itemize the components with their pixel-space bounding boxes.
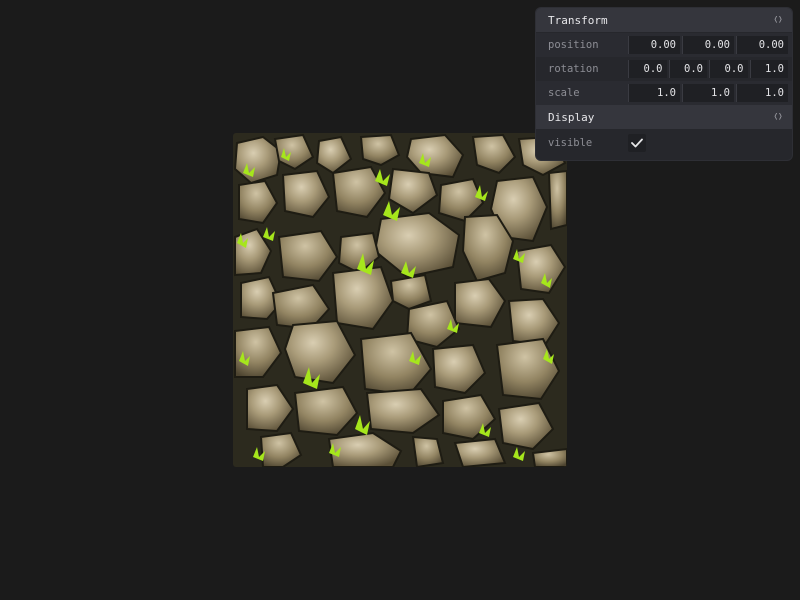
texture-preview [233, 133, 567, 467]
position-y-field[interactable]: 0.00 [682, 36, 734, 54]
rotation-x-field[interactable]: 0.0 [628, 60, 667, 78]
position-label: position [548, 39, 599, 51]
rotation-fields: 0.0 0.0 0.0 1.0 [628, 60, 788, 78]
display-section-header[interactable]: Display ❬❭ [536, 105, 792, 129]
visible-checkbox[interactable] [628, 134, 646, 152]
rotation-w-field[interactable]: 1.0 [749, 60, 788, 78]
scale-y-field[interactable]: 1.0 [682, 84, 734, 102]
collapse-toggle-icon[interactable]: ❬❭ [773, 112, 783, 122]
scale-x-field[interactable]: 1.0 [628, 84, 680, 102]
rotation-row: rotation 0.0 0.0 0.0 1.0 [536, 57, 792, 81]
cobblestone-texture-image [233, 133, 567, 467]
rotation-label: rotation [548, 63, 599, 75]
position-row: position 0.00 0.00 0.00 [536, 33, 792, 57]
scale-z-field[interactable]: 1.0 [736, 84, 788, 102]
position-z-field[interactable]: 0.00 [736, 36, 788, 54]
scale-fields: 1.0 1.0 1.0 [628, 84, 788, 102]
scale-row: scale 1.0 1.0 1.0 [536, 81, 792, 105]
rotation-y-field[interactable]: 0.0 [668, 60, 707, 78]
inspector-panel: Transform ❬❭ position 0.00 0.00 0.00 rot… [536, 8, 792, 160]
visible-label: visible [548, 137, 593, 149]
transform-rows: position 0.00 0.00 0.00 rotation 0.0 0.0… [536, 32, 792, 105]
collapse-toggle-icon[interactable]: ❬❭ [773, 15, 783, 25]
visible-row: visible [536, 129, 792, 157]
scale-label: scale [548, 87, 580, 99]
position-fields: 0.00 0.00 0.00 [628, 36, 788, 54]
rotation-z-field[interactable]: 0.0 [709, 60, 748, 78]
transform-section-header[interactable]: Transform ❬❭ [536, 8, 792, 32]
display-section-title: Display [548, 110, 595, 124]
position-x-field[interactable]: 0.00 [628, 36, 680, 54]
transform-section-title: Transform [548, 13, 608, 27]
checkmark-icon [631, 138, 643, 148]
